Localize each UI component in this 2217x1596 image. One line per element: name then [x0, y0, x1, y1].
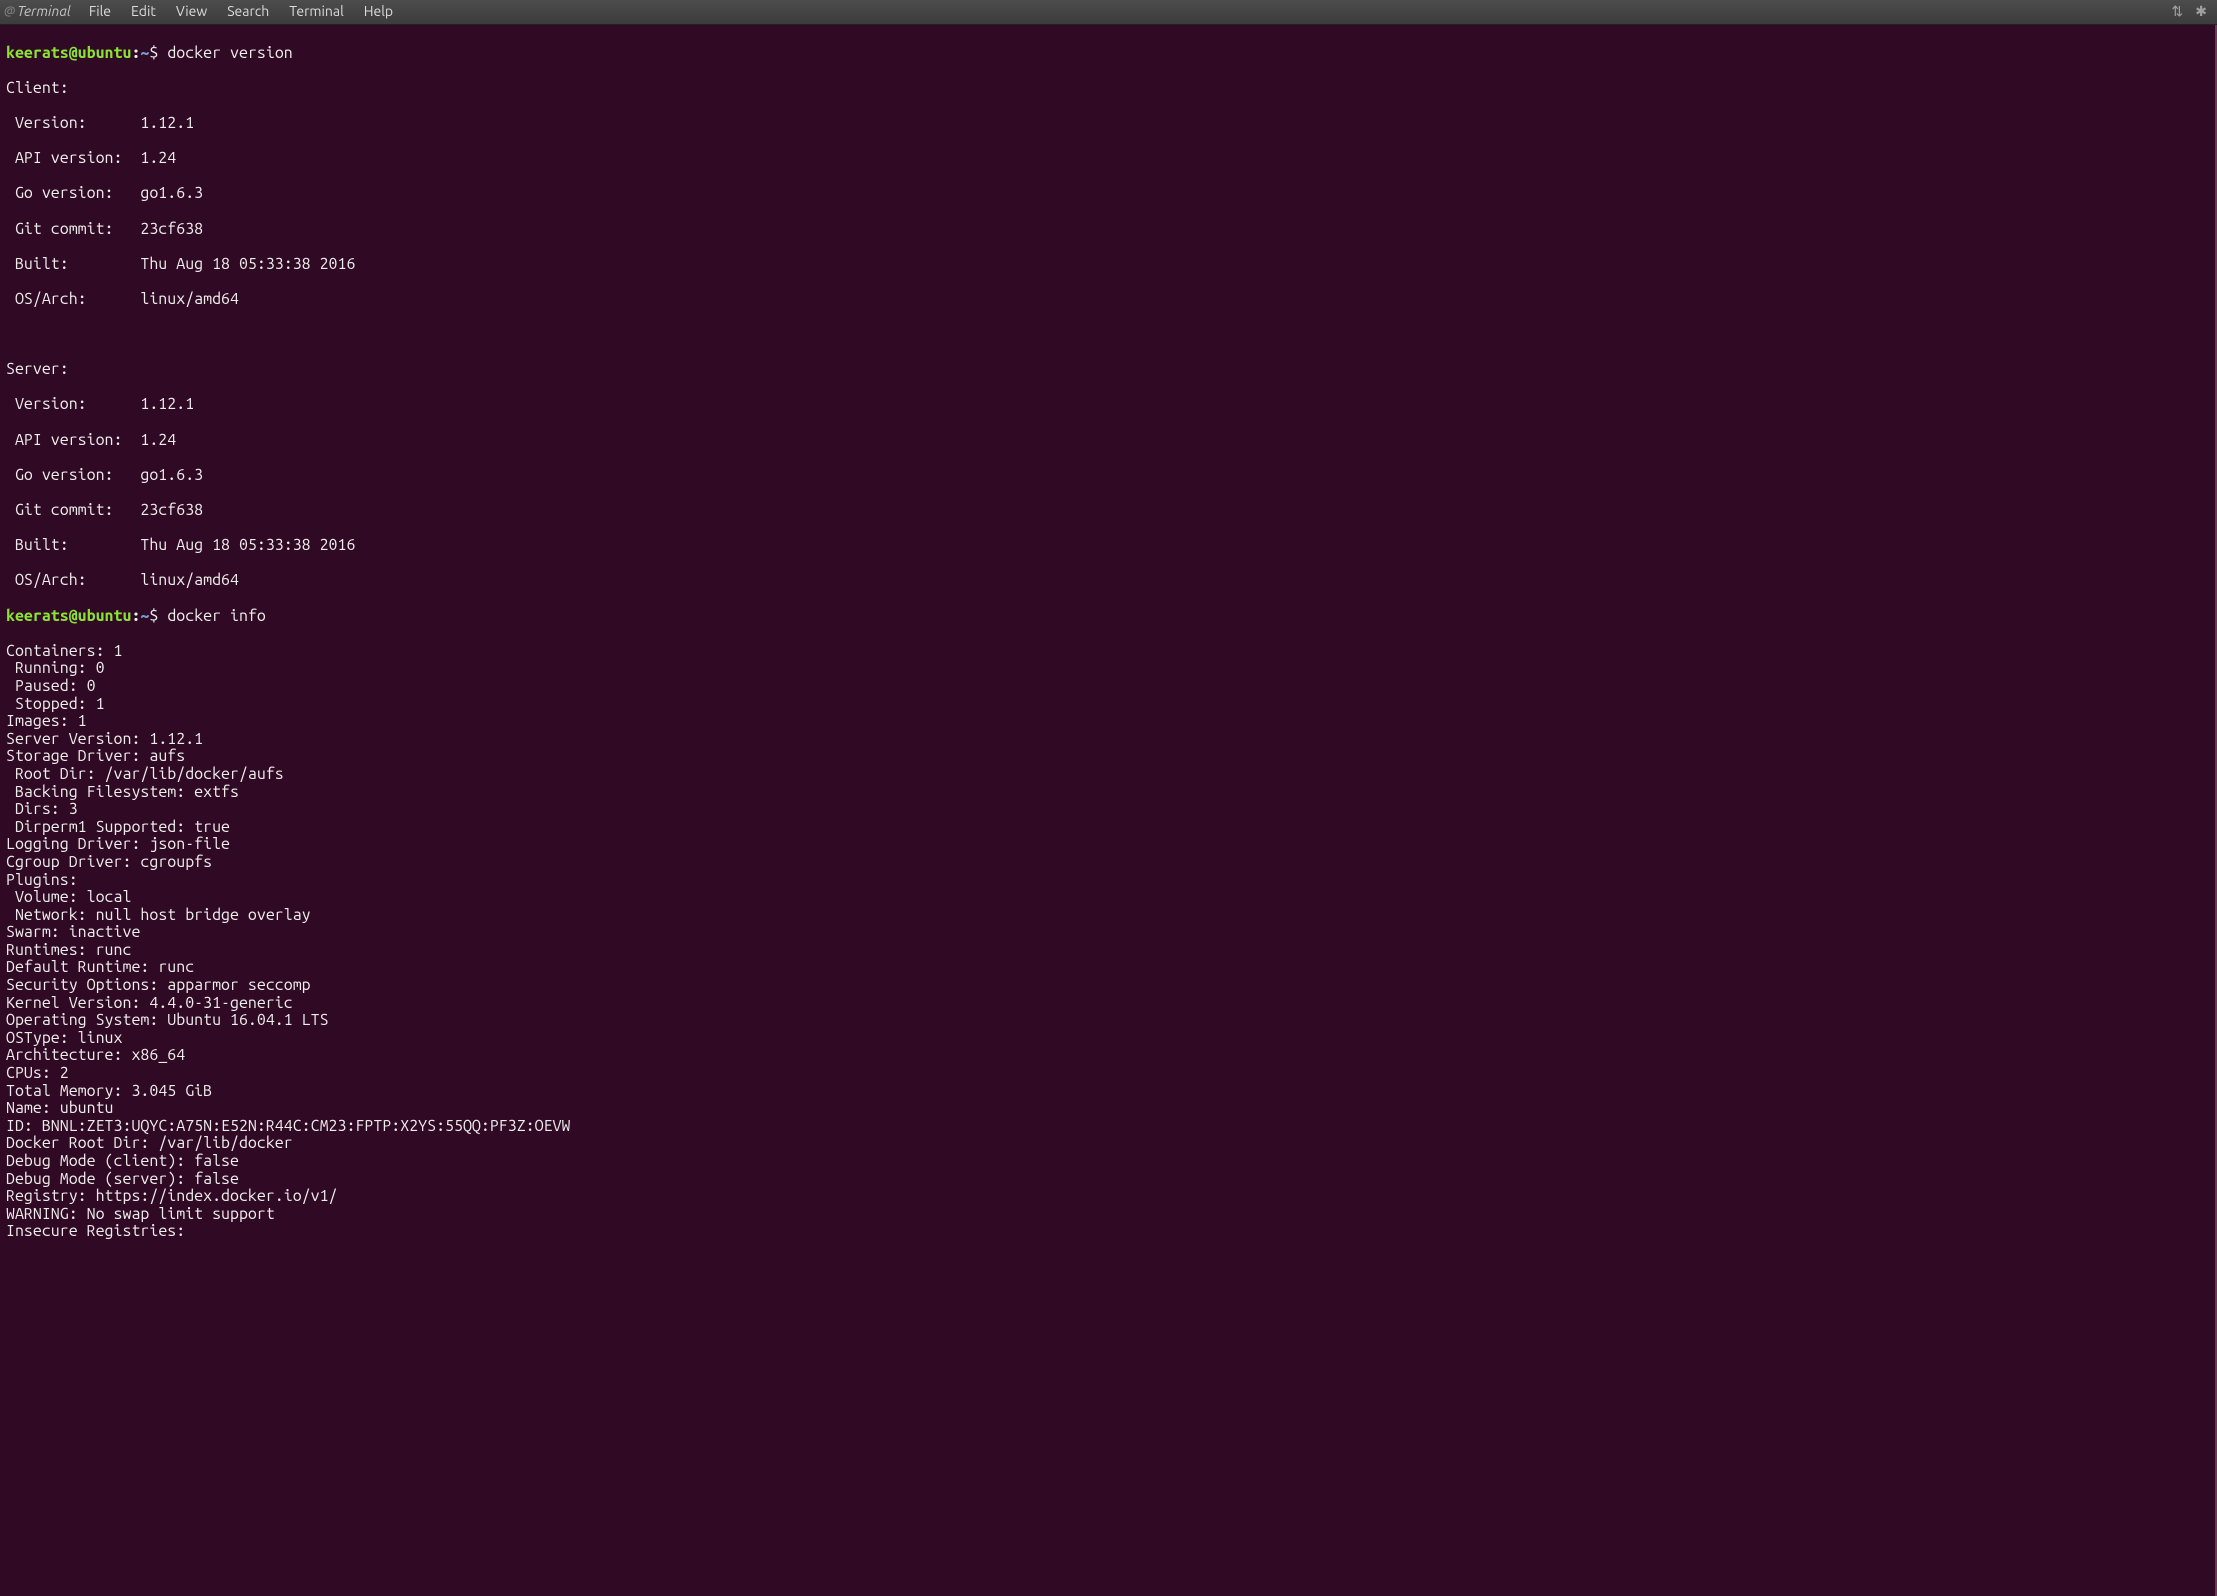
kv-label: Go version: — [6, 467, 140, 485]
output-line: Runtimes: runc — [6, 942, 2209, 960]
output-line: Stopped: 1 — [6, 696, 2209, 714]
output-line: Images: 1 — [6, 713, 2209, 731]
output-line: Operating System: Ubuntu 16.04.1 LTS — [6, 1012, 2209, 1030]
output-line: Name: ubuntu — [6, 1100, 2209, 1118]
kv-value: 1.24 — [140, 149, 176, 167]
output-line: Docker Root Dir: /var/lib/docker — [6, 1135, 2209, 1153]
kv-label: Git commit: — [6, 221, 140, 239]
output-line: Containers: 1 — [6, 643, 2209, 661]
output-line: Running: 0 — [6, 660, 2209, 678]
kv-label: OS/Arch: — [6, 291, 140, 309]
menu-search[interactable]: Search — [217, 2, 279, 21]
kv-value: linux/amd64 — [140, 571, 239, 589]
output-line: Built:Thu Aug 18 05:33:38 2016 — [6, 537, 2209, 555]
menu-help[interactable]: Help — [354, 2, 403, 21]
output-line: Server Version: 1.12.1 — [6, 731, 2209, 749]
menu-view[interactable]: View — [166, 2, 217, 21]
output-line: Total Memory: 3.045 GiB — [6, 1083, 2209, 1101]
output-line: Backing Filesystem: extfs — [6, 784, 2209, 802]
output-line: Version:1.12.1 — [6, 396, 2209, 414]
menu-edit[interactable]: Edit — [121, 2, 166, 21]
kv-value: 1.24 — [140, 431, 176, 449]
prompt-symbol: $ — [149, 607, 158, 625]
prompt-user-host: keerats@ubuntu — [6, 607, 131, 625]
terminal-app-icon: @ — [4, 5, 15, 18]
output-line: Dirs: 3 — [6, 801, 2209, 819]
output-line: Network: null host bridge overlay — [6, 907, 2209, 925]
prompt-line: keerats@ubuntu:~$ docker version — [6, 45, 2209, 63]
kv-value: Thu Aug 18 05:33:38 2016 — [140, 536, 355, 554]
output-line: Default Runtime: runc — [6, 959, 2209, 977]
bluetooth-indicator-icon[interactable]: ✱ — [2189, 4, 2213, 19]
output-line: Cgroup Driver: cgroupfs — [6, 854, 2209, 872]
output-line: Registry: https://index.docker.io/v1/ — [6, 1188, 2209, 1206]
output-line: Go version:go1.6.3 — [6, 467, 2209, 485]
output-line: Root Dir: /var/lib/docker/aufs — [6, 766, 2209, 784]
kv-value: 23cf638 — [140, 220, 203, 238]
network-indicator-icon[interactable]: ⇅ — [2166, 4, 2190, 19]
output-line: OS/Arch:linux/amd64 — [6, 291, 2209, 309]
kv-label: OS/Arch: — [6, 572, 140, 590]
output-line: Plugins: — [6, 872, 2209, 890]
output-line: Volume: local — [6, 889, 2209, 907]
output-line: Go version:go1.6.3 — [6, 185, 2209, 203]
output-line: Dirperm1 Supported: true — [6, 819, 2209, 837]
kv-label: API version: — [6, 150, 140, 168]
menu-file[interactable]: File — [79, 2, 121, 21]
prompt-line: keerats@ubuntu:~$ docker info — [6, 608, 2209, 626]
prompt-symbol: $ — [149, 44, 158, 62]
menu-bar: @ Terminal File Edit View Search Termina… — [0, 0, 2217, 25]
output-line: Debug Mode (server): false — [6, 1171, 2209, 1189]
menu-terminal[interactable]: Terminal — [279, 2, 354, 21]
output-line: Git commit:23cf638 — [6, 502, 2209, 520]
output-line: API version:1.24 — [6, 150, 2209, 168]
command-text: docker info — [167, 607, 266, 625]
output-line: Debug Mode (client): false — [6, 1153, 2209, 1171]
output-line: OSType: linux — [6, 1030, 2209, 1048]
output-line: Security Options: apparmor seccomp — [6, 977, 2209, 995]
output-line: ID: BNNL:ZET3:UQYC:A75N:E52N:R44C:CM23:F… — [6, 1118, 2209, 1136]
kv-label: Built: — [6, 256, 140, 274]
kv-value: 23cf638 — [140, 501, 203, 519]
kv-label: Version: — [6, 396, 140, 414]
output-line: Version:1.12.1 — [6, 115, 2209, 133]
output-line: OS/Arch:linux/amd64 — [6, 572, 2209, 590]
output-line: Paused: 0 — [6, 678, 2209, 696]
output-line: Git commit:23cf638 — [6, 221, 2209, 239]
kv-value: linux/amd64 — [140, 290, 239, 308]
command-text: docker version — [167, 44, 292, 62]
output-line: CPUs: 2 — [6, 1065, 2209, 1083]
output-line: WARNING: No swap limit support — [6, 1206, 2209, 1224]
output-line: Client: — [6, 80, 2209, 98]
output-line: Kernel Version: 4.4.0-31-generic — [6, 995, 2209, 1013]
kv-label: Version: — [6, 115, 140, 133]
kv-value: Thu Aug 18 05:33:38 2016 — [140, 255, 355, 273]
kv-value: 1.12.1 — [140, 395, 194, 413]
kv-label: Built: — [6, 537, 140, 555]
output-line: Storage Driver: aufs — [6, 748, 2209, 766]
kv-value: go1.6.3 — [140, 184, 203, 202]
output-line: API version:1.24 — [6, 432, 2209, 450]
output-line: Insecure Registries: — [6, 1223, 2209, 1241]
output-line: Logging Driver: json-file — [6, 836, 2209, 854]
terminal-viewport[interactable]: keerats@ubuntu:~$ docker version Client:… — [0, 25, 2217, 1596]
output-line: Architecture: x86_64 — [6, 1047, 2209, 1065]
prompt-user-host: keerats@ubuntu — [6, 44, 131, 62]
output-line: Built:Thu Aug 18 05:33:38 2016 — [6, 256, 2209, 274]
output-line: Server: — [6, 361, 2209, 379]
output-line — [6, 326, 2209, 344]
kv-label: Go version: — [6, 185, 140, 203]
kv-label: Git commit: — [6, 502, 140, 520]
kv-value: go1.6.3 — [140, 466, 203, 484]
window-title: Terminal — [17, 4, 71, 19]
kv-label: API version: — [6, 432, 140, 450]
output-line: Swarm: inactive — [6, 924, 2209, 942]
kv-value: 1.12.1 — [140, 114, 194, 132]
